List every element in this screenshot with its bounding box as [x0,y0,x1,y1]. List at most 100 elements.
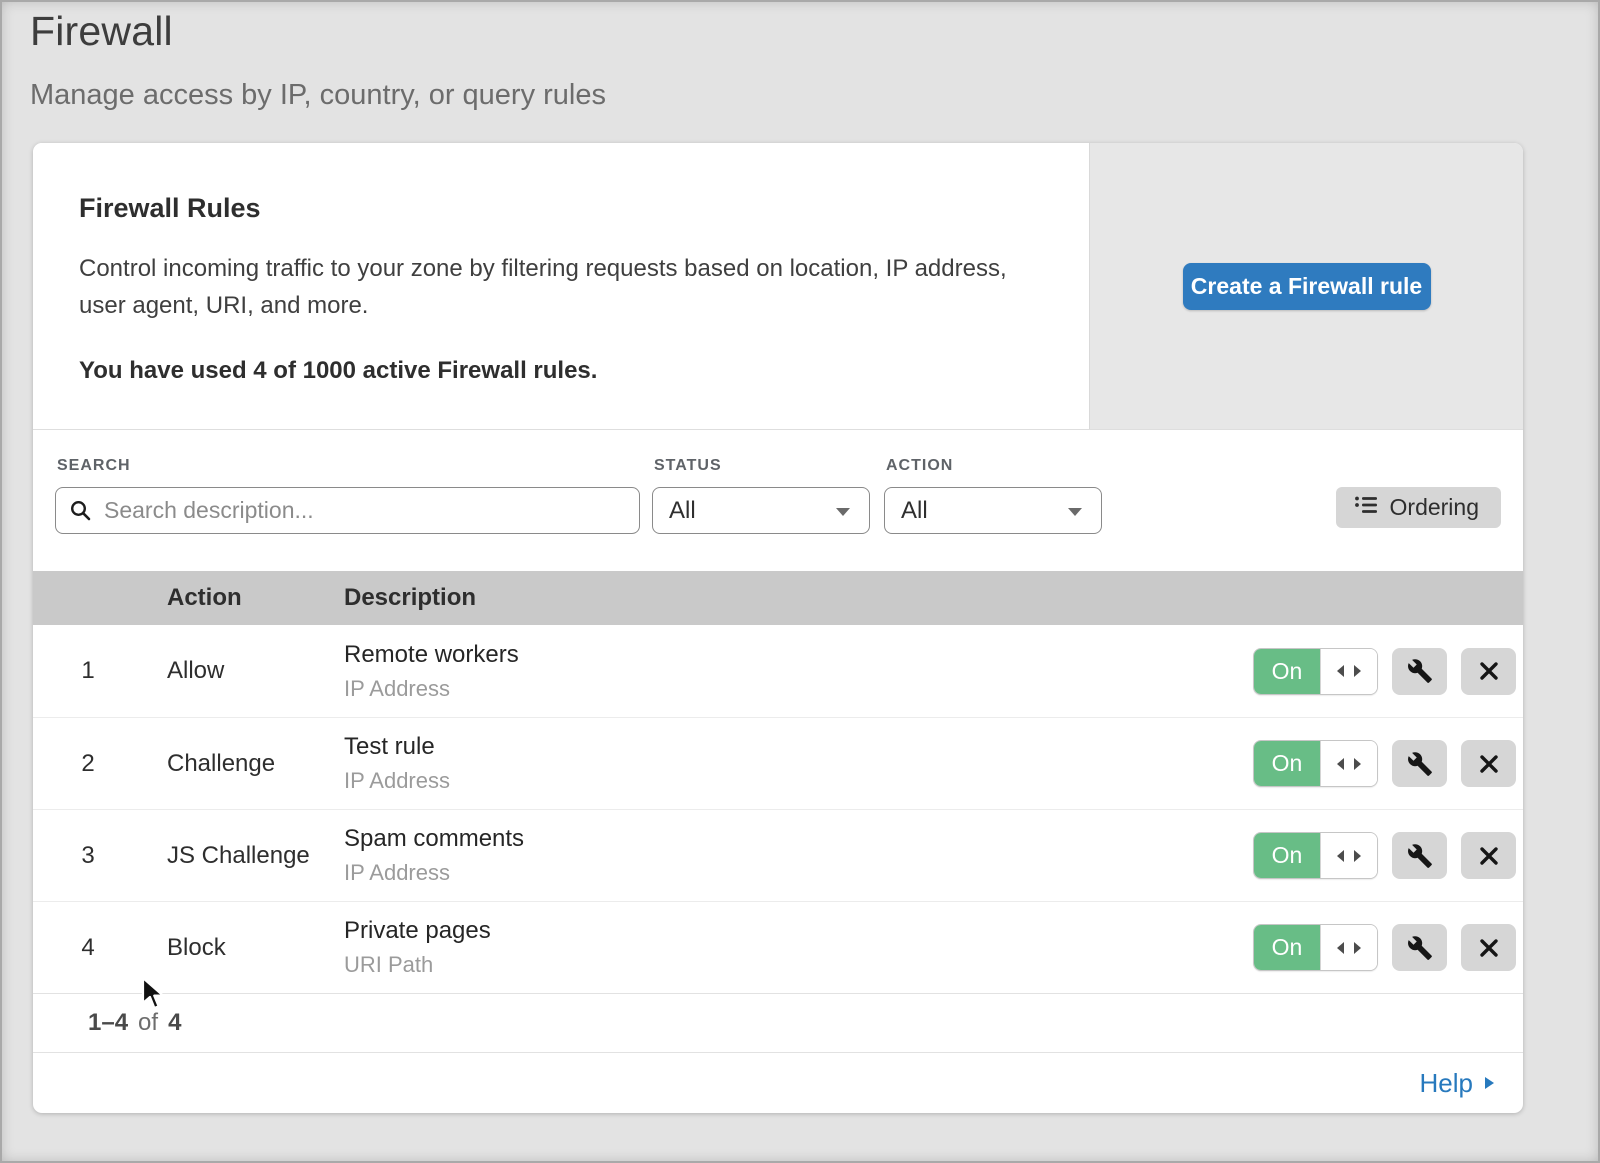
rule-status-toggle[interactable]: On [1253,924,1378,971]
wrench-icon [1407,751,1433,777]
rule-controls: On [1253,924,1523,971]
rule-action: Challenge [167,750,344,778]
close-icon [1478,937,1500,959]
ordering-button-label: Ordering [1390,494,1479,521]
delete-rule-button[interactable] [1461,740,1516,787]
rule-match-type: IP Address [344,860,1253,886]
triangle-right-icon [1483,1075,1495,1091]
ordered-list-icon [1354,494,1378,521]
edit-rule-button[interactable] [1392,924,1447,971]
rule-description: Private pages [344,917,1253,945]
search-label: SEARCH [57,457,640,475]
search-icon [69,499,93,528]
status-select-value: All [669,497,696,525]
chevron-down-icon [1065,497,1085,525]
rules-card-title: Firewall Rules [79,193,1029,224]
delete-rule-button[interactable] [1461,648,1516,695]
rule-description-cell: Test rule IP Address [344,733,1253,794]
rule-action: Block [167,934,344,962]
delete-rule-button[interactable] [1461,832,1516,879]
rule-description: Spam comments [344,825,1253,853]
left-right-arrows-icon [1336,941,1362,955]
edit-rule-button[interactable] [1392,832,1447,879]
rule-action: Allow [167,657,344,685]
rule-description-cell: Spam comments IP Address [344,825,1253,886]
table-row: 1 Allow Remote workers IP Address On [33,625,1523,717]
rule-status-toggle[interactable]: On [1253,648,1378,695]
close-icon [1478,845,1500,867]
wrench-icon [1407,935,1433,961]
filter-bar: SEARCH STATUS All [33,430,1523,571]
rule-status-toggle[interactable]: On [1253,740,1378,787]
rule-description: Remote workers [344,641,1253,669]
help-bar: Help [33,1052,1523,1113]
rule-action: JS Challenge [167,842,344,870]
rule-controls: On [1253,740,1523,787]
search-input[interactable] [55,487,640,534]
rules-intro-section: Firewall Rules Control incoming traffic … [33,143,1523,430]
page-title: Firewall [30,8,173,55]
chevron-down-icon [833,497,853,525]
ordering-button[interactable]: Ordering [1336,487,1501,528]
help-link[interactable]: Help [1420,1068,1495,1099]
rule-priority: 2 [33,750,167,778]
toggle-on-label: On [1254,925,1320,970]
left-right-arrows-icon [1336,757,1362,771]
rule-priority: 1 [33,657,167,685]
rule-priority: 4 [33,934,167,962]
rule-status-toggle[interactable]: On [1253,832,1378,879]
table-row: 4 Block Private pages URI Path On [33,901,1523,993]
action-filter-group: ACTION All [884,457,1102,534]
close-icon [1478,660,1500,682]
toggle-on-label: On [1254,833,1320,878]
rule-match-type: URI Path [344,952,1253,978]
rule-match-type: IP Address [344,676,1253,702]
rules-intro-text: Firewall Rules Control incoming traffic … [33,143,1089,429]
table-row: 3 JS Challenge Spam comments IP Address … [33,809,1523,901]
edit-rule-button[interactable] [1392,648,1447,695]
status-filter-group: STATUS All [652,457,870,534]
rule-description-cell: Remote workers IP Address [344,641,1253,702]
pagination-range: 1–4 [88,1009,128,1037]
table-header: Action Description [33,571,1523,625]
action-select-value: All [901,497,928,525]
toggle-drag-handle[interactable] [1320,925,1377,970]
create-rule-panel: Create a Firewall rule [1089,143,1523,429]
toggle-drag-handle[interactable] [1320,741,1377,786]
toggle-drag-handle[interactable] [1320,833,1377,878]
edit-rule-button[interactable] [1392,740,1447,787]
delete-rule-button[interactable] [1461,924,1516,971]
table-row: 2 Challenge Test rule IP Address On [33,717,1523,809]
status-label: STATUS [654,457,870,475]
column-header-action: Action [167,584,344,612]
create-firewall-rule-button[interactable]: Create a Firewall rule [1183,263,1431,310]
help-link-label: Help [1420,1068,1473,1099]
wrench-icon [1407,843,1433,869]
close-icon [1478,753,1500,775]
toggle-on-label: On [1254,649,1320,694]
rule-controls: On [1253,648,1523,695]
status-select[interactable]: All [652,487,870,534]
pagination-bar: 1–4 of 4 [33,993,1523,1052]
action-select[interactable]: All [884,487,1102,534]
wrench-icon [1407,658,1433,684]
action-label: ACTION [886,457,1102,475]
left-right-arrows-icon [1336,664,1362,678]
rule-priority: 3 [33,842,167,870]
rule-description: Test rule [344,733,1253,761]
page-subtitle: Manage access by IP, country, or query r… [30,79,606,112]
pagination-of-text: of [138,1009,158,1037]
page-background: Firewall Manage access by IP, country, o… [0,0,1600,1163]
toggle-on-label: On [1254,741,1320,786]
search-filter-group: SEARCH [55,457,640,534]
rules-card-description: Control incoming traffic to your zone by… [79,250,1029,324]
left-right-arrows-icon [1336,849,1362,863]
pagination-total: 4 [168,1009,181,1037]
rule-controls: On [1253,832,1523,879]
toggle-drag-handle[interactable] [1320,649,1377,694]
rule-description-cell: Private pages URI Path [344,917,1253,978]
firewall-rules-card: Firewall Rules Control incoming traffic … [33,143,1523,1113]
rule-match-type: IP Address [344,768,1253,794]
search-input-wrapper [55,487,640,534]
column-header-description: Description [344,584,1523,612]
